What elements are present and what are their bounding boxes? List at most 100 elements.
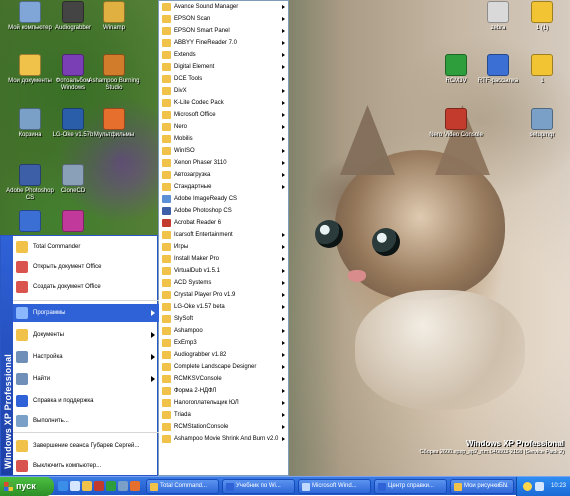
quick-launch-app4-icon[interactable]: [130, 481, 140, 491]
program-folder-icon: [162, 87, 171, 95]
program-item[interactable]: ExEmp3: [159, 337, 288, 349]
program-item[interactable]: SlySoft: [159, 313, 288, 325]
desktop-icon-cartoons[interactable]: Мультфильмы: [86, 108, 142, 139]
audiograbber-icon: [62, 1, 84, 23]
desktop-icon-setupmgr[interactable]: setupmgr: [514, 108, 570, 139]
program-item[interactable]: Triada: [159, 409, 288, 421]
start-item-shutdown[interactable]: Выключить компьютер...: [13, 457, 159, 475]
program-item[interactable]: VirtualDub v1.5.1: [159, 265, 288, 277]
desktop-icon-app2[interactable]: [45, 210, 101, 234]
desktop-icon-ashampoo[interactable]: Ashampoo Burning Studio: [86, 54, 142, 92]
submenu-arrow-icon: [151, 332, 155, 338]
program-item-label: ExEmp3: [174, 340, 197, 346]
program-item[interactable]: K-Lite Codec Pack: [159, 97, 288, 109]
program-item[interactable]: Mobilis: [159, 133, 288, 145]
program-item[interactable]: DCE Tools: [159, 73, 288, 85]
program-item[interactable]: RCMStationConsole: [159, 421, 288, 433]
desktop-icon-winamp[interactable]: Winamp: [86, 1, 142, 32]
program-item-label: Форма 2-НДФЛ: [174, 388, 217, 394]
program-folder-icon: [162, 75, 171, 83]
start-item-total-commander[interactable]: Total Commander: [13, 238, 159, 256]
program-item[interactable]: Complete Landscape Designer: [159, 361, 288, 373]
program-item[interactable]: Налогоплательщик ЮЛ: [159, 397, 288, 409]
start-item-search[interactable]: Найти: [13, 370, 159, 388]
taskbar-button-total-commander[interactable]: Total Command...: [146, 479, 219, 494]
program-item[interactable]: LG-Oke v1.57 beta: [159, 301, 288, 313]
quick-launch-app3-icon[interactable]: [118, 481, 128, 491]
program-item[interactable]: Acrobat Reader 6: [159, 217, 288, 229]
start-button[interactable]: пуск: [0, 477, 54, 496]
quick-launch-desktop-icon[interactable]: [70, 481, 80, 491]
program-item[interactable]: ABBYY FineReader 7.0: [159, 37, 288, 49]
taskbar[interactable]: пуск Total Command... Учебник по Wi... M…: [0, 476, 570, 496]
program-item[interactable]: EPSON Smart Panel: [159, 25, 288, 37]
language-indicator[interactable]: EN: [491, 477, 515, 496]
program-item[interactable]: Digital Element: [159, 61, 288, 73]
program-item[interactable]: RCMKSVConsole: [159, 373, 288, 385]
submenu-arrow-icon: [151, 310, 155, 316]
program-folder-icon: [162, 39, 171, 47]
taskbar-button-help-center[interactable]: Центр справки...: [374, 479, 447, 494]
start-item-new-office-doc[interactable]: Создать документ Office: [13, 278, 159, 296]
program-item[interactable]: ACD Systems: [159, 277, 288, 289]
program-app-icon: [162, 195, 171, 203]
program-item[interactable]: WinISO: [159, 145, 288, 157]
program-item[interactable]: Игры: [159, 241, 288, 253]
clock[interactable]: 10:23: [551, 477, 566, 496]
taskbar-button-textbook[interactable]: Учебник по Wi...: [222, 479, 295, 494]
office-open-icon: [16, 261, 28, 273]
program-item-label: DivX: [174, 88, 187, 94]
program-item[interactable]: Extends: [159, 49, 288, 61]
program-item[interactable]: Crystal Player Pro v1.9: [159, 289, 288, 301]
start-item-settings[interactable]: Настройка: [13, 348, 159, 366]
program-item[interactable]: Audiograbber v1.82: [159, 349, 288, 361]
start-item-documents[interactable]: Документы: [13, 326, 159, 344]
program-item[interactable]: Ashampoo Movie Shrink And Burn v2.0: [159, 433, 288, 445]
programs-icon: [16, 307, 28, 319]
wallpaper-kitten: [300, 95, 550, 425]
program-item[interactable]: Adobe Photoshop CS: [159, 205, 288, 217]
quick-launch-media-icon[interactable]: [82, 481, 92, 491]
program-item[interactable]: Ashampoo: [159, 325, 288, 337]
quick-launch-app-icon[interactable]: [94, 481, 104, 491]
desktop-icon-doc-1-1[interactable]: 1 (1): [514, 1, 570, 32]
tray-volume-icon[interactable]: [523, 482, 532, 491]
program-item[interactable]: Автозагрузка: [159, 169, 288, 181]
program-item-label: ACD Systems: [174, 280, 212, 286]
submenu-arrow-icon: [282, 149, 285, 153]
program-item[interactable]: Xenon Phaser 3110: [159, 157, 288, 169]
program-item[interactable]: Стандартные: [159, 181, 288, 193]
start-item-programs[interactable]: Программы: [13, 304, 159, 322]
submenu-arrow-icon: [282, 257, 285, 261]
desktop-icon-nero[interactable]: Nero Video Console: [428, 108, 484, 139]
system-tray[interactable]: EN 10:23: [499, 477, 570, 496]
run-icon: [16, 415, 28, 427]
folder-icon: [19, 54, 41, 76]
programs-submenu[interactable]: Avance Sound Manager EPSON Scan EPSON Sm…: [158, 0, 289, 476]
start-menu[interactable]: Windows XP Professional Total Commander …: [0, 235, 159, 476]
quick-launch-app2-icon[interactable]: [106, 481, 116, 491]
program-item-label: EPSON Smart Panel: [174, 28, 230, 34]
start-item-run[interactable]: Выполнить...: [13, 412, 159, 430]
program-item[interactable]: Install Maker Pro: [159, 253, 288, 265]
taskbar-button-microsoft-windows[interactable]: Microsoft Wind...: [298, 479, 371, 494]
cat-nose: [348, 270, 366, 282]
quick-launch-ie-icon[interactable]: [58, 481, 68, 491]
start-item-open-office-doc[interactable]: Открыть документ Office: [13, 258, 159, 276]
start-item-help[interactable]: Справка и поддержка: [13, 392, 159, 410]
program-item[interactable]: DivX: [159, 85, 288, 97]
program-item[interactable]: Microsoft Office: [159, 109, 288, 121]
program-item[interactable]: Icarsoft Entertainment: [159, 229, 288, 241]
tray-network-icon[interactable]: [535, 482, 544, 491]
start-item-log-off[interactable]: Завершение сеанса Губарев Сергей...: [13, 437, 159, 455]
desktop-icon-doc-1[interactable]: 1: [514, 54, 570, 85]
office-new-icon: [16, 281, 28, 293]
os-watermark: Windows XP Professional Сборка 2600.xpsp…: [420, 439, 564, 455]
program-item[interactable]: Avance Sound Manager: [159, 1, 288, 13]
program-item[interactable]: Форма 2-НДФЛ: [159, 385, 288, 397]
desktop-icon-clonecd[interactable]: CloneCD: [45, 164, 101, 195]
program-item[interactable]: Nero: [159, 121, 288, 133]
program-item[interactable]: Adobe ImageReady CS: [159, 193, 288, 205]
doc2-icon: [531, 54, 553, 76]
program-item[interactable]: EPSON Scan: [159, 13, 288, 25]
